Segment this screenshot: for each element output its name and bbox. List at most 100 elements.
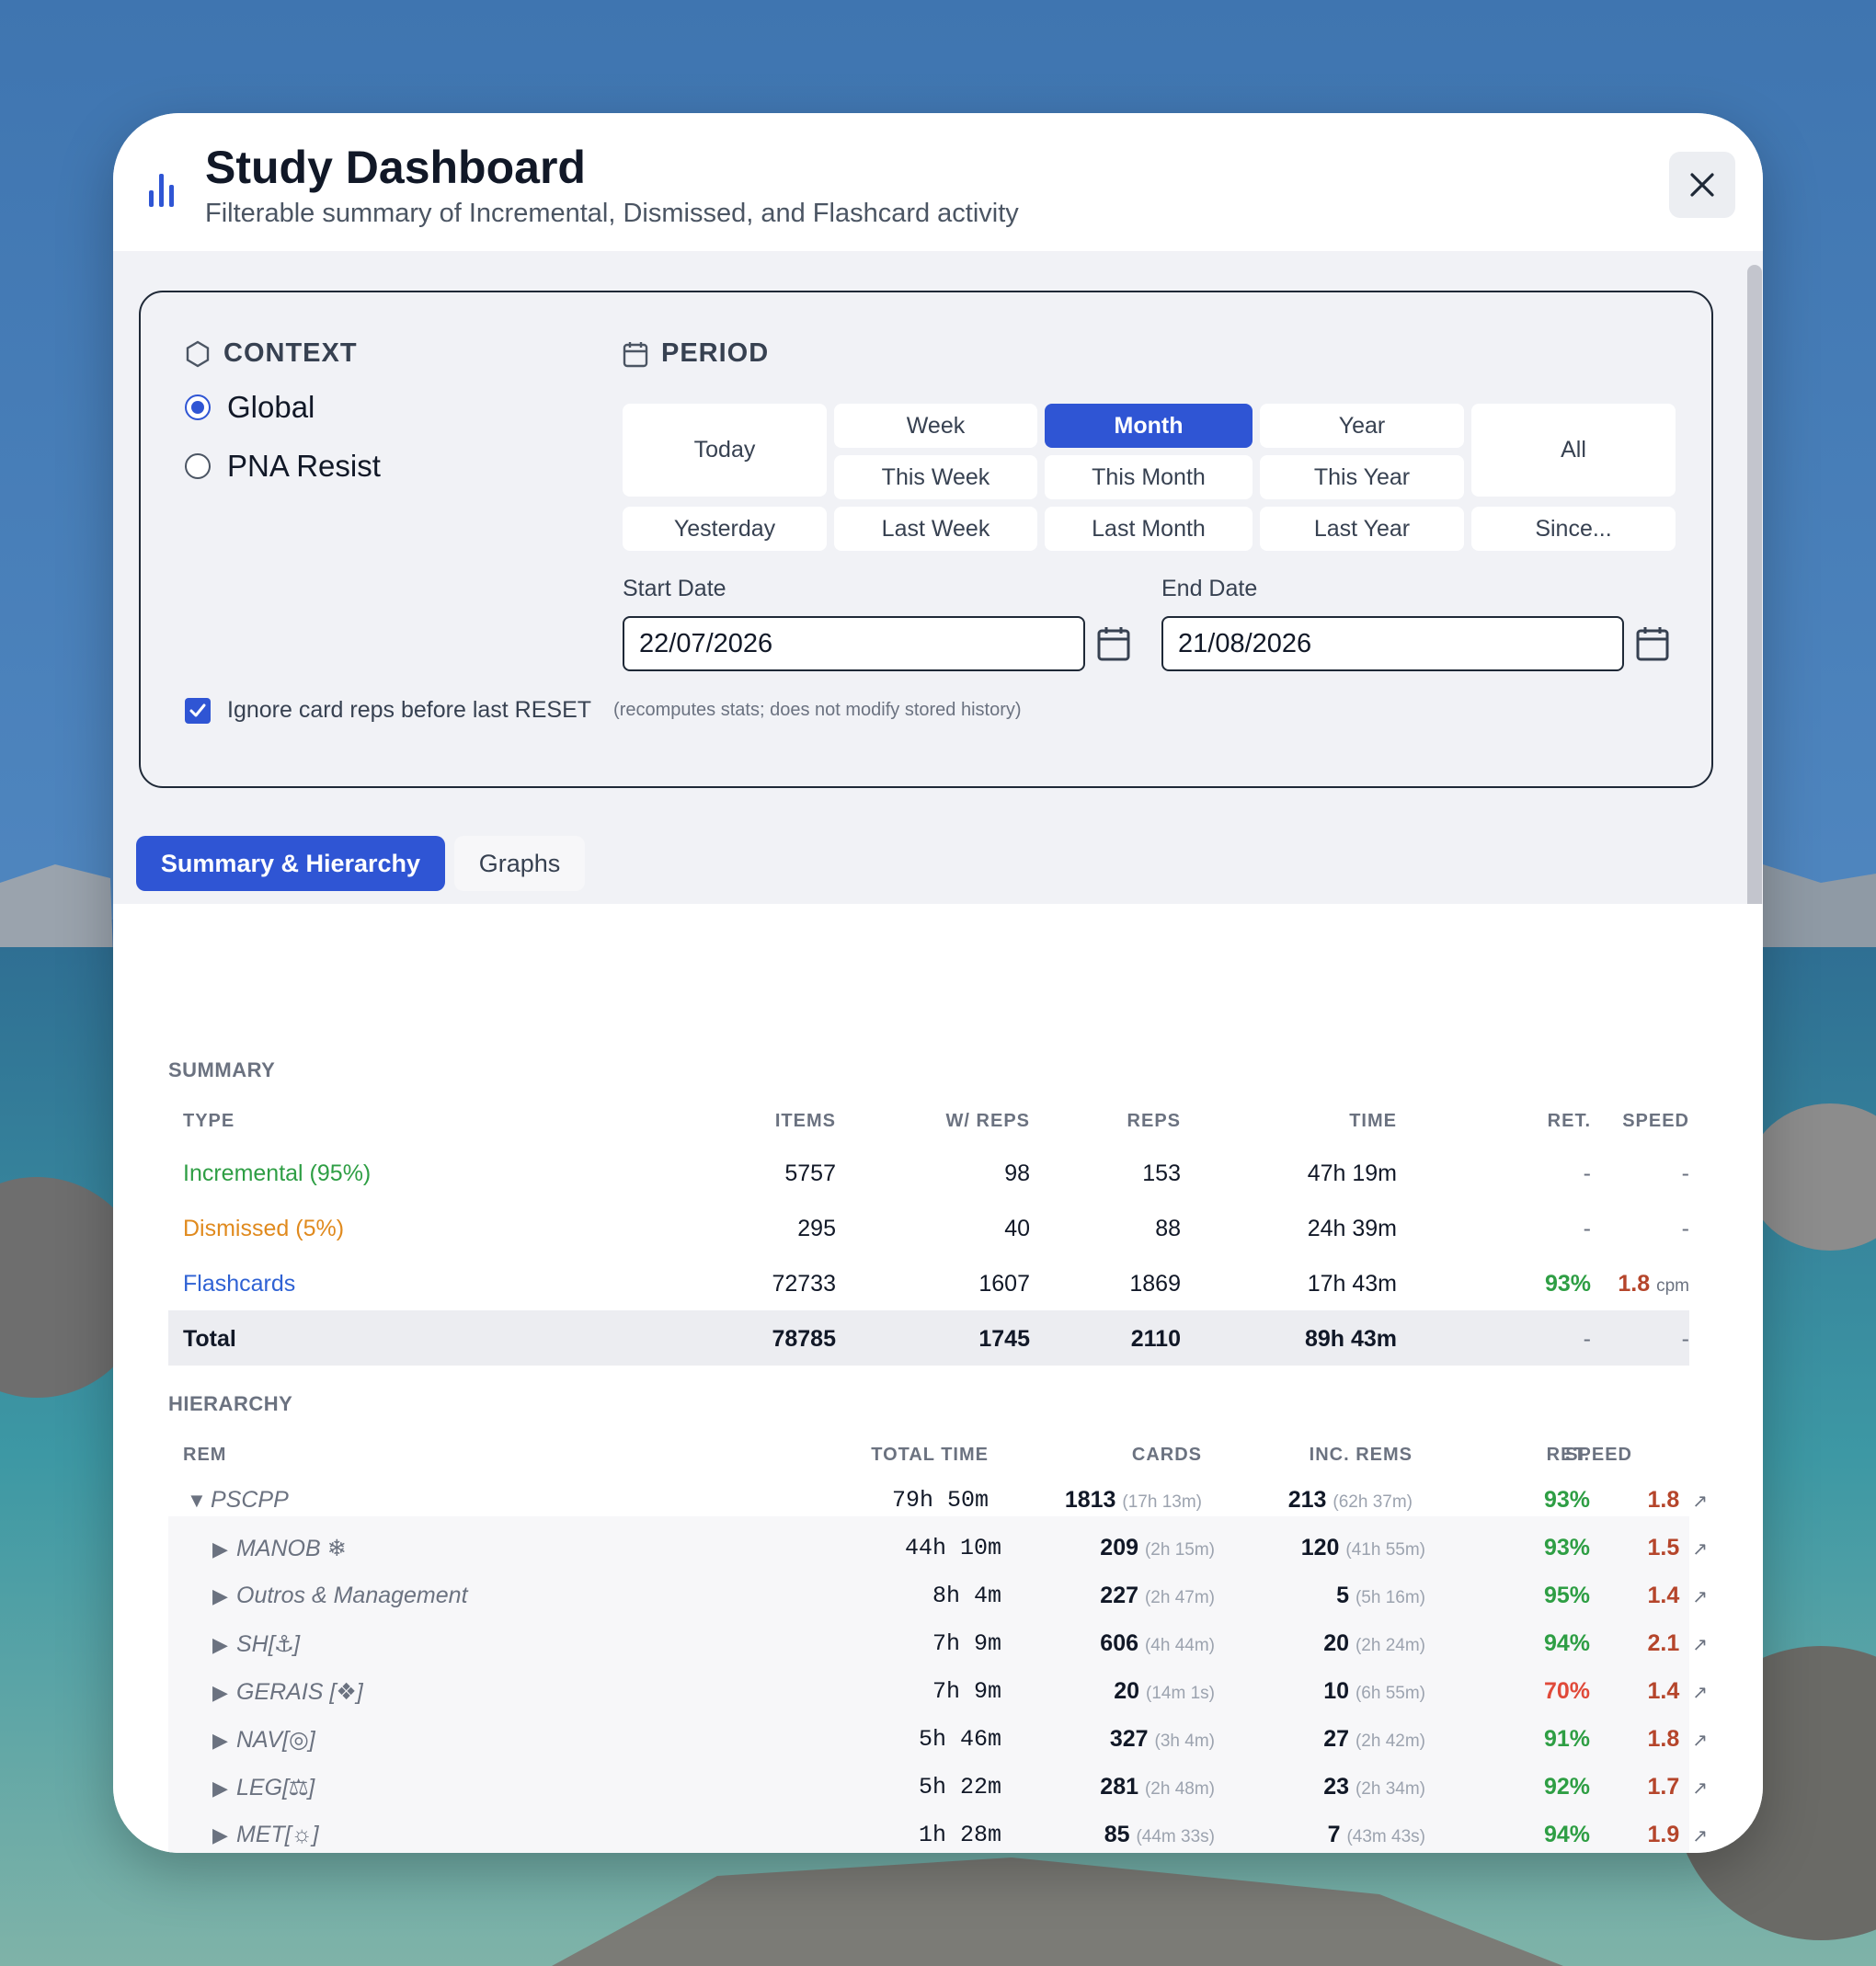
hierarchy-rem-name[interactable]: ▶ NAV[◎] (212, 1726, 315, 1754)
tab-summary-hierarchy[interactable]: Summary & Hierarchy (136, 836, 445, 891)
hierarchy-cards: 281 (2h 48m) (1100, 1774, 1215, 1800)
expanded-triangle-icon[interactable]: ▼ (187, 1489, 211, 1513)
period-month-button[interactable]: Month (1045, 404, 1253, 448)
calendar-icon (1097, 627, 1130, 661)
hierarchy-total-time: 1h 28m (918, 1822, 1001, 1848)
context-option-global[interactable]: Global (185, 390, 315, 425)
hierarchy-ret: 94% (1543, 1630, 1590, 1656)
period-this-month-button[interactable]: This Month (1045, 455, 1253, 499)
collapsed-triangle-icon[interactable]: ▶ (212, 1584, 236, 1608)
collapsed-triangle-icon[interactable]: ▶ (212, 1681, 236, 1705)
period-this-week-button[interactable]: This Week (834, 455, 1037, 499)
context-label: CONTEXT (185, 338, 358, 369)
end-date-picker-button[interactable] (1635, 625, 1670, 662)
period-week-button[interactable]: Week (834, 404, 1037, 448)
period-last-week-button[interactable]: Last Week (834, 507, 1037, 551)
summary-ret: - (1583, 1216, 1591, 1241)
summary-reps: 88 (1155, 1216, 1181, 1241)
hierarchy-speed: 1.9 ↗ (1647, 1822, 1708, 1847)
period-yesterday-button[interactable]: Yesterday (623, 507, 827, 551)
hierarchy-inc-rems: 10 (6h 55m) (1323, 1678, 1425, 1704)
collapsed-triangle-icon[interactable]: ▶ (212, 1537, 236, 1561)
radio-selected-icon[interactable] (185, 394, 211, 420)
period-all-button[interactable]: All (1471, 404, 1676, 497)
collapsed-triangle-icon[interactable]: ▶ (212, 1633, 236, 1657)
summary-total-time: 89h 43m (1304, 1326, 1397, 1352)
summary-speed: - (1681, 1160, 1689, 1186)
hierarchy-ret: 95% (1543, 1583, 1590, 1608)
end-date-input[interactable]: 21/08/2026 (1161, 616, 1624, 671)
hierarchy-ret: 91% (1543, 1726, 1590, 1752)
period-this-year-button[interactable]: This Year (1260, 455, 1464, 499)
summary-total-row (168, 1310, 1689, 1366)
summary-reps: 153 (1142, 1160, 1181, 1186)
hierarchy-total-time: 44h 10m (904, 1535, 1001, 1561)
start-date-picker-button[interactable] (1096, 625, 1131, 662)
summary-items: 295 (797, 1216, 836, 1241)
hierarchy-cards: 606 (4h 44m) (1100, 1630, 1215, 1656)
open-external-icon[interactable]: ↗ (1692, 1539, 1708, 1560)
col-ret: RET. (1547, 1111, 1591, 1131)
ignore-reset-checkbox[interactable] (185, 697, 211, 724)
col-time: TIME (1349, 1111, 1397, 1131)
col-with-reps: W/ REPS (945, 1111, 1030, 1131)
open-external-icon[interactable]: ↗ (1692, 1826, 1708, 1846)
collapsed-triangle-icon[interactable]: ▶ (212, 1729, 236, 1753)
summary-total-with-reps: 1745 (978, 1326, 1030, 1352)
summary-time: 17h 43m (1307, 1271, 1397, 1297)
summary-total-ret: - (1583, 1326, 1591, 1352)
hierarchy-total-time: 7h 9m (932, 1630, 1001, 1657)
period-last-year-button[interactable]: Last Year (1260, 507, 1464, 551)
open-external-icon[interactable]: ↗ (1692, 1731, 1708, 1751)
period-last-month-button[interactable]: Last Month (1045, 507, 1253, 551)
hierarchy-rem-name[interactable]: ▶ GERAIS [❖] (212, 1678, 363, 1706)
hierarchy-rem-name[interactable]: ▶ MANOB ❄ (212, 1535, 347, 1562)
hierarchy-inc-rems: 5 (5h 16m) (1336, 1583, 1425, 1608)
ignore-reset-label: Ignore card reps before last RESET (227, 697, 592, 723)
hierarchy-ret: 93% (1543, 1535, 1590, 1560)
collapsed-triangle-icon[interactable]: ▶ (212, 1777, 236, 1800)
modal-header: Study Dashboard Filterable summary of In… (113, 113, 1763, 251)
col-total-time: TOTAL TIME (871, 1445, 989, 1465)
hierarchy-cards: 85 (44m 33s) (1104, 1822, 1215, 1847)
col-reps: REPS (1127, 1111, 1181, 1131)
open-external-icon[interactable]: ↗ (1692, 1635, 1708, 1655)
summary-reps: 1869 (1129, 1271, 1181, 1297)
period-since-button[interactable]: Since... (1471, 507, 1676, 551)
close-button[interactable] (1669, 152, 1735, 218)
hierarchy-inc-rems: 27 (2h 42m) (1323, 1726, 1425, 1752)
open-external-icon[interactable]: ↗ (1692, 1587, 1708, 1607)
calendar-icon (1636, 627, 1669, 661)
ignore-reset-option[interactable]: Ignore card reps before last RESET (reco… (185, 697, 1022, 724)
hierarchy-rem-name[interactable]: ▶ LEG[⚖] (212, 1774, 315, 1801)
hierarchy-inc-rems: 20 (2h 24m) (1323, 1630, 1425, 1656)
tab-graphs[interactable]: Graphs (454, 836, 585, 891)
hierarchy-rem-name[interactable]: ▶ MET[☼] (212, 1822, 319, 1848)
period-year-button[interactable]: Year (1260, 404, 1464, 448)
hierarchy-title: HIERARCHY (168, 1392, 293, 1415)
hierarchy-rem-name[interactable]: ▶ Outros & Management (212, 1583, 468, 1609)
modal-title: Study Dashboard (205, 142, 586, 193)
hierarchy-speed: 1.4 ↗ (1647, 1678, 1708, 1704)
col-rem: REM (183, 1445, 227, 1465)
calendar-icon (623, 341, 648, 367)
col-inc-rems: INC. REMS (1309, 1445, 1413, 1465)
hierarchy-rem-name[interactable]: ▶ SH[⚓] (212, 1630, 300, 1658)
period-today-button[interactable]: Today (623, 404, 827, 497)
open-external-icon[interactable]: ↗ (1692, 1492, 1708, 1512)
summary-ret: - (1583, 1160, 1591, 1186)
hierarchy-ret: 93% (1543, 1487, 1590, 1513)
hierarchy-rem-name[interactable]: ▼ PSCPP (187, 1487, 289, 1514)
hierarchy-total-time: 7h 9m (932, 1678, 1001, 1705)
open-external-icon[interactable]: ↗ (1692, 1683, 1708, 1703)
ignore-reset-note: (recomputes stats; does not modify store… (613, 700, 1022, 720)
context-option-pna-resist[interactable]: PNA Resist (185, 449, 381, 484)
hierarchy-speed: 1.5 ↗ (1647, 1535, 1708, 1560)
hierarchy-ret: 92% (1543, 1774, 1590, 1800)
hierarchy-cards: 20 (14m 1s) (1114, 1678, 1215, 1704)
radio-unselected-icon[interactable] (185, 453, 211, 479)
open-external-icon[interactable]: ↗ (1692, 1778, 1708, 1799)
end-date-label: End Date (1161, 576, 1258, 601)
collapsed-triangle-icon[interactable]: ▶ (212, 1823, 236, 1847)
start-date-input[interactable]: 22/07/2026 (623, 616, 1085, 671)
